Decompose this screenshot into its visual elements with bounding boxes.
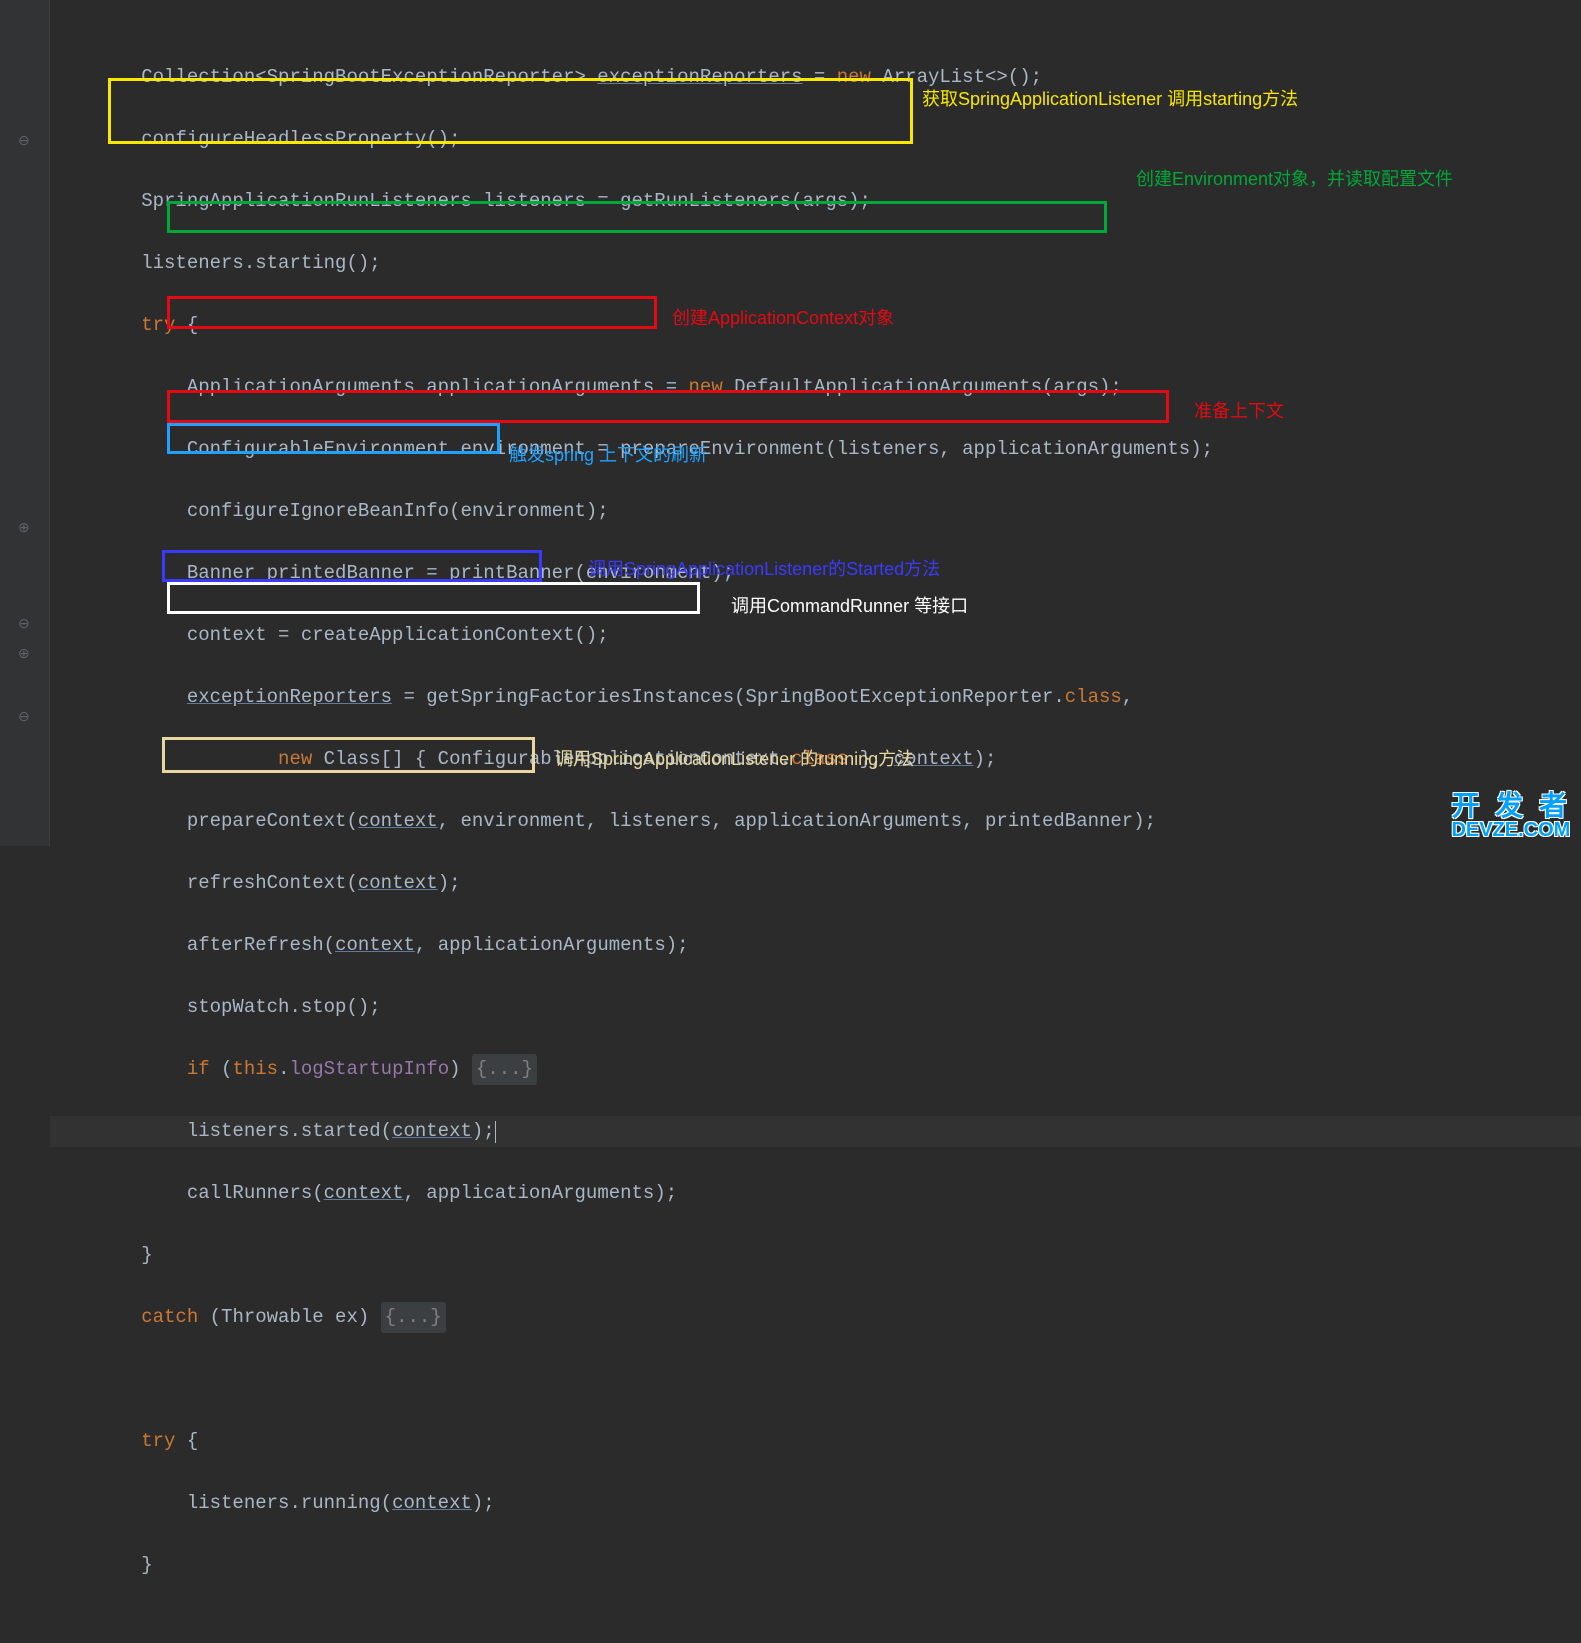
code-line: configureHeadlessProperty(); <box>50 124 1581 155</box>
watermark: 开 发 者 DEVZE.COM <box>1451 792 1571 840</box>
fold-icon[interactable]: ⊖ <box>18 711 32 725</box>
fold-icon[interactable]: ⊕ <box>18 522 32 536</box>
code-line: configureIgnoreBeanInfo(environment); <box>50 496 1581 527</box>
code-line: try { <box>50 1426 1581 1457</box>
code-line: new Class[] { ConfigurableApplicationCon… <box>50 744 1581 775</box>
code-line: catch (Throwable ex) {...} <box>50 1302 1581 1333</box>
code-line: listeners.started(context); <box>50 1116 1581 1147</box>
code-line: SpringApplicationRunListeners listeners … <box>50 186 1581 217</box>
code-line: listeners.running(context); <box>50 1488 1581 1519</box>
code-line: ConfigurableEnvironment environment = pr… <box>50 434 1581 465</box>
code-line: callRunners(context, applicationArgument… <box>50 1178 1581 1209</box>
fold-icon[interactable]: ⊕ <box>18 648 32 662</box>
code-line: ApplicationArguments applicationArgument… <box>50 372 1581 403</box>
code-line: context = createApplicationContext(); <box>50 620 1581 651</box>
code-line: refreshContext(context); <box>50 868 1581 899</box>
fold-placeholder[interactable]: {...} <box>381 1302 446 1333</box>
code-line: } <box>50 1550 1581 1581</box>
editor-gutter: ⊖ ⊕ ⊖ ⊕ ⊖ <box>0 0 50 846</box>
code-line: stopWatch.stop(); <box>50 992 1581 1023</box>
fold-icon[interactable]: ⊖ <box>18 135 32 149</box>
fold-icon[interactable]: ⊖ <box>18 618 32 632</box>
fold-placeholder[interactable]: {...} <box>472 1054 537 1085</box>
code-editor[interactable]: Collection<SpringBootExceptionReporter> … <box>50 0 1581 1643</box>
code-line: Banner printedBanner = printBanner(envir… <box>50 558 1581 589</box>
code-line: prepareContext(context, environment, lis… <box>50 806 1581 837</box>
code-line: afterRefresh(context, applicationArgumen… <box>50 930 1581 961</box>
code-line: listeners.starting(); <box>50 248 1581 279</box>
code-line <box>50 1364 1581 1395</box>
code-line: try { <box>50 310 1581 341</box>
code-line: if (this.logStartupInfo) {...} <box>50 1054 1581 1085</box>
code-line: exceptionReporters = getSpringFactoriesI… <box>50 682 1581 713</box>
code-line: Collection<SpringBootExceptionReporter> … <box>50 62 1581 93</box>
code-line: } <box>50 1240 1581 1271</box>
